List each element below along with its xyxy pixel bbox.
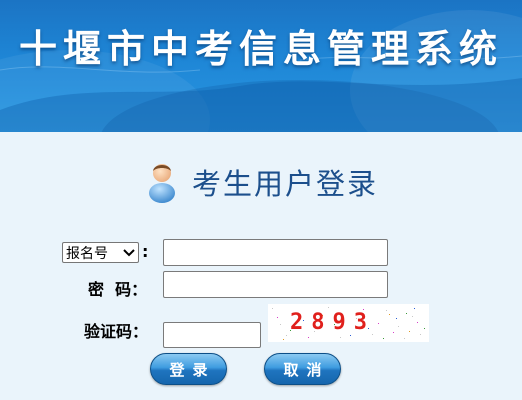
- cancel-button[interactable]: 取消: [264, 353, 341, 385]
- password-input[interactable]: [163, 271, 388, 298]
- login-page: 十堰市中考信息管理系统 考生用户登录 报名号 : 密 码： 验证码： 2893 …: [0, 0, 522, 400]
- id-colon: :: [142, 242, 149, 261]
- id-type-select[interactable]: 报名号: [62, 242, 139, 263]
- login-title: 考生用户登录: [192, 167, 379, 201]
- id-type-selected-value: 报名号: [66, 245, 108, 262]
- system-title: 十堰市中考信息管理系统: [18, 27, 503, 71]
- chevron-down-icon: [123, 248, 135, 256]
- password-label: 密 码：: [88, 280, 148, 299]
- captcha-label: 验证码：: [84, 322, 149, 341]
- header-banner: 十堰市中考信息管理系统: [0, 0, 522, 132]
- login-heading: 考生用户登录: [148, 158, 378, 206]
- captcha-text: 2893: [290, 310, 375, 335]
- id-number-input[interactable]: [163, 239, 388, 266]
- captcha-image[interactable]: 2893: [268, 304, 429, 342]
- captcha-input[interactable]: [163, 322, 261, 348]
- user-icon: [149, 164, 175, 203]
- login-button[interactable]: 登录: [150, 353, 227, 385]
